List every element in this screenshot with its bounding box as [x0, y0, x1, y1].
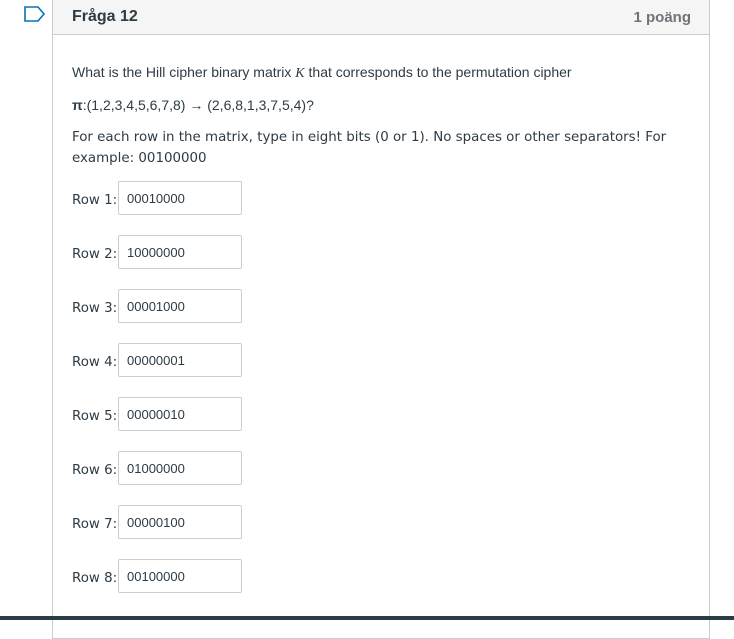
answer-row-7: Row 7: — [72, 505, 690, 539]
row-label: Row 5: — [72, 408, 118, 424]
row-label: Row 8: — [72, 570, 118, 586]
flag-outline-icon[interactable] — [24, 6, 46, 22]
question-prompt: What is the Hill cipher binary matrix K … — [72, 63, 690, 81]
question-points: 1 poäng — [633, 8, 691, 26]
question-title: Fråga 12 — [72, 8, 138, 25]
row-label: Row 4: — [72, 354, 118, 370]
answer-row-2: Row 2: — [72, 235, 690, 269]
row-label: Row 2: — [72, 246, 118, 262]
prompt-text-after: that corresponds to the permutation ciph… — [304, 64, 572, 80]
answer-row-1: Row 1: — [72, 181, 690, 215]
question-card: Fråga 12 1 poäng What is the Hill cipher… — [52, 0, 710, 639]
answer-row-8: Row 8: — [72, 559, 690, 593]
answer-row-3: Row 3: — [72, 289, 690, 323]
row-1-input[interactable] — [118, 181, 242, 215]
answer-row-6: Row 6: — [72, 451, 690, 485]
row-3-input[interactable] — [118, 289, 242, 323]
pi-symbol: π — [72, 97, 83, 113]
row-label: Row 6: — [72, 462, 118, 478]
permutation-line: π:(1,2,3,4,5,6,7,8) → (2,6,8,1,3,7,5,4)? — [72, 96, 690, 114]
prompt-text-before: What is the Hill cipher binary matrix — [72, 64, 296, 80]
row-7-input[interactable] — [118, 505, 242, 539]
row-5-input[interactable] — [118, 397, 242, 431]
row-6-input[interactable] — [118, 451, 242, 485]
instructions: For each row in the matrix, type in eigh… — [72, 130, 667, 166]
matrix-symbol: K — [295, 66, 305, 81]
row-2-input[interactable] — [118, 235, 242, 269]
answer-row-5: Row 5: — [72, 397, 690, 431]
answer-row-4: Row 4: — [72, 343, 690, 377]
bottom-divider — [0, 616, 734, 620]
row-8-input[interactable] — [118, 559, 242, 593]
row-label: Row 1: — [72, 192, 118, 208]
answer-rows: Row 1: Row 2: Row 3: Row 4: Row 5: Row 6… — [72, 181, 690, 593]
question-body: What is the Hill cipher binary matrix K … — [53, 35, 709, 593]
row-label: Row 7: — [72, 516, 118, 532]
question-header: Fråga 12 1 poäng — [53, 0, 709, 35]
permutation-text: :(1,2,3,4,5,6,7,8) → (2,6,8,1,3,7,5,4)? — [82, 97, 314, 113]
row-4-input[interactable] — [118, 343, 242, 377]
row-label: Row 3: — [72, 300, 118, 316]
